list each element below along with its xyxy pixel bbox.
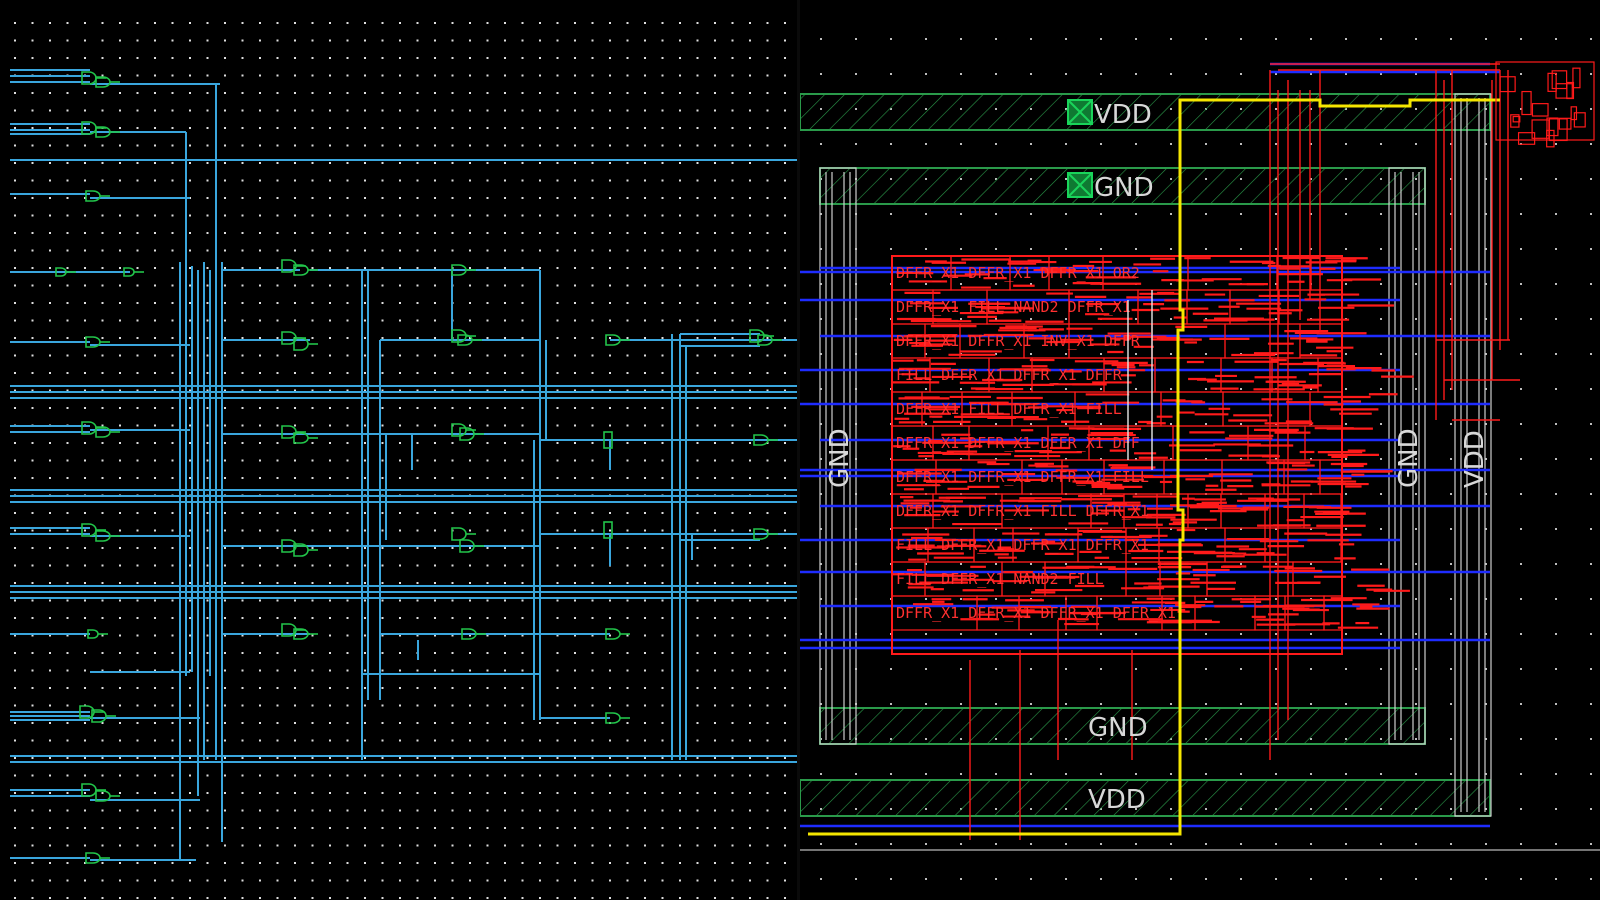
schematic-grid: [14, 22, 786, 899]
cell-row-label: DFFR_X1 FILL NAND2 DFFR_X1: [896, 298, 1131, 316]
standard-cell: [1125, 561, 1161, 597]
layout-canvas: DFFR_X1 DFFR_X1 DFFR_X1 OR2 DFFR_X1 FILL …: [800, 38, 1600, 880]
contact-icon: [1067, 99, 1093, 125]
standard-cell-core: DFFR_X1 DFFR_X1 DFFR_X1 OR2 DFFR_X1 FILL …: [891, 255, 1414, 655]
grid-dots: [14, 22, 786, 899]
cell-row-label: FILL DFFR_X1 DFFR_X1 DFFR_X1: [896, 536, 1149, 554]
io-pin: [1521, 90, 1532, 116]
cell-row-label: DFFR_X1 DFFR_X1 DFFR_X1 DFFR_X1: [896, 604, 1176, 622]
schematic-canvas: [10, 22, 800, 899]
cell-row-label: FILL DFFR_X1 NAND2 FILL: [896, 570, 1104, 588]
io-pin-block: [1495, 61, 1595, 141]
cell-row-label: FILL DFFR_X1 DFFR_X1 DFFR: [896, 366, 1123, 384]
io-pin-cluster: [1495, 61, 1595, 148]
gate: [85, 190, 101, 202]
gnd-left-label: GND: [825, 428, 855, 488]
cell-row-label: DFFR_X1 DFFR_X1 DFFR_X1 OR2: [896, 264, 1140, 282]
gnd-bottom-label: GND: [1088, 713, 1148, 743]
cell-row-label: DFFR_X1 DFFR_X1 FILL DFFR_X1: [896, 502, 1149, 520]
io-pin: [1531, 103, 1549, 117]
vdd-right-label: VDD: [1460, 430, 1490, 488]
schematic-wires: [10, 69, 800, 861]
standard-cell: [1292, 561, 1343, 597]
io-pin: [1558, 117, 1572, 130]
schematic-view: [0, 0, 800, 900]
cell-row-label: DFFR_X1 DFFR_X1 DFFR_X1 FILL: [896, 468, 1149, 486]
schematic-gates: [55, 71, 782, 864]
standard-cell: [1154, 357, 1222, 393]
cell-row-label: DFFR_X1 DFFR_X1 INV_X1 DFFR: [896, 332, 1141, 350]
cell-row-label: DFFR_X1 DFFR_X1 DFFR_X1 DFF: [896, 434, 1140, 452]
vdd-bottom-label: VDD: [1088, 785, 1146, 815]
vdd-top-label: VDD: [1094, 100, 1152, 130]
gnd-top-label: GND: [1094, 173, 1154, 203]
gnd-right-label: GND: [1394, 428, 1424, 488]
io-pin: [1555, 83, 1573, 99]
layout-view: DFFR_X1 DFFR_X1 DFFR_X1 OR2 DFFR_X1 FILL …: [800, 0, 1600, 900]
standard-cell: [1151, 323, 1226, 359]
cell-row-label: DFFR_X1 FILL DFFR_X1 FILL: [896, 400, 1122, 418]
contact-icon: [1067, 172, 1093, 198]
gate: [451, 527, 467, 541]
